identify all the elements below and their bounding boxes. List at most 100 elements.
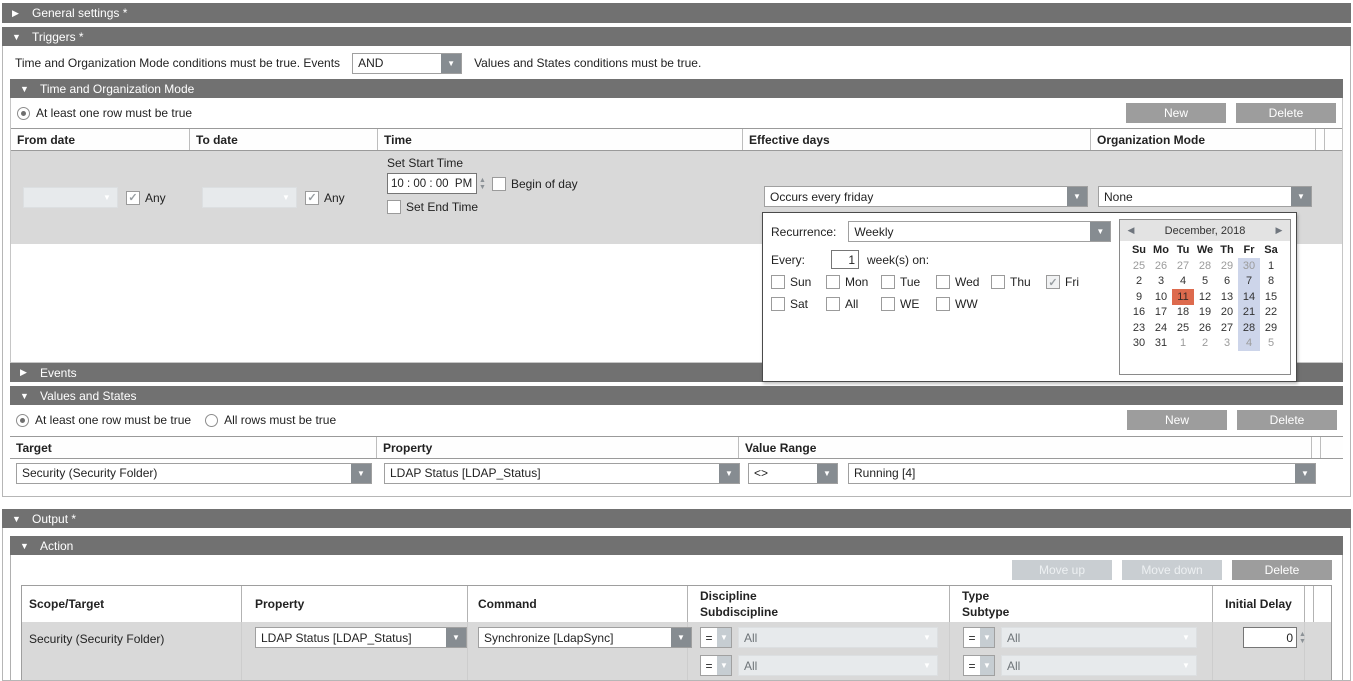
rule-radio[interactable] xyxy=(17,107,30,120)
chevron-down-icon[interactable]: ▼ xyxy=(917,628,937,647)
chevron-down-icon[interactable]: ▼ xyxy=(1176,656,1196,675)
discipline-operator-dropdown[interactable]: = ▼ xyxy=(700,627,732,648)
calendar-day[interactable]: 22 xyxy=(1260,305,1282,321)
section-header-output[interactable]: ▼ Output * xyxy=(2,509,1351,528)
calendar-day[interactable]: 29 xyxy=(1216,258,1238,274)
column-header-target[interactable]: Target xyxy=(10,437,377,458)
target-dropdown[interactable]: Security (Security Folder) ▼ xyxy=(16,463,372,484)
weekday-option[interactable]: Fri xyxy=(1046,275,1101,289)
collapse-icon[interactable]: ▶ xyxy=(20,367,40,378)
calendar-prev-icon[interactable]: ◀ xyxy=(1120,225,1142,236)
weekday-checkbox[interactable] xyxy=(936,275,950,289)
calendar-day[interactable]: 27 xyxy=(1172,258,1194,274)
calendar-day[interactable]: 21 xyxy=(1238,305,1260,321)
collapse-icon[interactable]: ▶ xyxy=(12,8,32,19)
weekday-option[interactable]: Tue xyxy=(881,275,936,289)
from-date-dropdown[interactable]: ▼ xyxy=(23,187,118,208)
property-dropdown[interactable]: LDAP Status [LDAP_Status] ▼ xyxy=(384,463,740,484)
calendar-day[interactable]: 25 xyxy=(1128,258,1150,274)
chevron-down-icon[interactable]: ▼ xyxy=(980,656,994,675)
subtype-value-dropdown[interactable]: All ▼ xyxy=(1001,655,1197,676)
subdiscipline-operator-dropdown[interactable]: = ▼ xyxy=(700,655,732,676)
subdiscipline-value-dropdown[interactable]: All ▼ xyxy=(738,655,938,676)
calendar-day[interactable]: 26 xyxy=(1194,320,1216,336)
section-header-values-states[interactable]: ▼ Values and States xyxy=(10,386,1343,405)
time-spinner[interactable]: ▲▼ xyxy=(477,177,486,191)
chevron-down-icon[interactable]: ▼ xyxy=(717,628,731,647)
events-operator-dropdown[interactable]: AND ▼ xyxy=(352,53,462,74)
calendar-day[interactable]: 11 xyxy=(1172,289,1194,305)
chevron-down-icon[interactable]: ▼ xyxy=(1067,187,1087,206)
weekday-checkbox[interactable] xyxy=(826,297,840,311)
type-operator-dropdown[interactable]: = ▼ xyxy=(963,627,995,648)
chevron-down-icon[interactable]: ▼ xyxy=(1176,628,1196,647)
initial-delay-input[interactable] xyxy=(1243,627,1297,648)
delete-button[interactable]: Delete xyxy=(1232,560,1332,580)
weekday-checkbox[interactable] xyxy=(771,275,785,289)
expand-icon[interactable]: ▼ xyxy=(12,32,32,42)
chevron-down-icon[interactable]: ▼ xyxy=(1295,464,1315,483)
to-any-checkbox[interactable] xyxy=(305,191,319,205)
begin-of-day-checkbox[interactable] xyxy=(492,177,506,191)
calendar-day[interactable]: 17 xyxy=(1150,305,1172,321)
calendar-day[interactable]: 5 xyxy=(1260,336,1282,352)
chevron-down-icon[interactable]: ▼ xyxy=(351,464,371,483)
weekday-checkbox[interactable] xyxy=(771,297,785,311)
subtype-operator-dropdown[interactable]: = ▼ xyxy=(963,655,995,676)
weekday-option[interactable]: Wed xyxy=(936,275,991,289)
chevron-down-icon[interactable]: ▼ xyxy=(276,188,296,207)
calendar-day[interactable]: 2 xyxy=(1128,274,1150,290)
weekday-option[interactable]: All xyxy=(826,297,881,311)
discipline-value-dropdown[interactable]: All ▼ xyxy=(738,627,938,648)
calendar-day[interactable]: 4 xyxy=(1238,336,1260,352)
set-end-time-checkbox[interactable] xyxy=(387,200,401,214)
move-down-button[interactable]: Move down xyxy=(1122,560,1222,580)
calendar-day[interactable]: 13 xyxy=(1216,289,1238,305)
move-up-button[interactable]: Move up xyxy=(1012,560,1112,580)
column-header-discipline[interactable]: Discipline Subdiscipline xyxy=(688,586,950,622)
rule-one-radio[interactable] xyxy=(16,414,29,427)
column-header-value-range[interactable]: Value Range xyxy=(739,437,1312,458)
section-header-general-settings[interactable]: ▶ General settings * xyxy=(2,3,1351,23)
delete-button[interactable]: Delete xyxy=(1237,410,1337,430)
calendar-day[interactable]: 15 xyxy=(1260,289,1282,305)
calendar-day[interactable]: 3 xyxy=(1216,336,1238,352)
chevron-down-icon[interactable]: ▼ xyxy=(817,464,837,483)
weekday-option[interactable]: Thu xyxy=(991,275,1046,289)
weekday-option[interactable]: WE xyxy=(881,297,936,311)
calendar-month-label[interactable]: December, 2018 xyxy=(1142,225,1268,237)
command-dropdown[interactable]: Synchronize [LdapSync] ▼ xyxy=(478,627,692,648)
calendar-day[interactable]: 30 xyxy=(1238,258,1260,274)
column-header-property[interactable]: Property xyxy=(377,437,739,458)
expand-icon[interactable]: ▼ xyxy=(12,514,32,524)
every-input[interactable] xyxy=(831,250,859,269)
calendar-day[interactable]: 8 xyxy=(1260,274,1282,290)
chevron-down-icon[interactable]: ▼ xyxy=(980,628,994,647)
calendar-day[interactable]: 31 xyxy=(1150,336,1172,352)
chevron-down-icon[interactable]: ▼ xyxy=(446,628,466,647)
effective-days-dropdown[interactable]: Occurs every friday ▼ xyxy=(764,186,1088,207)
weekday-option[interactable]: WW xyxy=(936,297,991,311)
expand-icon[interactable]: ▼ xyxy=(20,541,40,551)
weekday-checkbox[interactable] xyxy=(881,297,895,311)
calendar-next-icon[interactable]: ▶ xyxy=(1268,225,1290,236)
weekday-option[interactable]: Mon xyxy=(826,275,881,289)
column-header-type[interactable]: Type Subtype xyxy=(950,586,1213,622)
calendar-day[interactable]: 29 xyxy=(1260,320,1282,336)
new-button[interactable]: New xyxy=(1126,103,1226,123)
chevron-down-icon[interactable]: ▼ xyxy=(97,188,117,207)
chevron-down-icon[interactable]: ▼ xyxy=(441,54,461,73)
section-header-action[interactable]: ▼ Action xyxy=(10,536,1343,555)
column-header-command[interactable]: Command xyxy=(468,586,688,622)
chevron-down-icon[interactable]: ▼ xyxy=(917,656,937,675)
calendar-day[interactable]: 7 xyxy=(1238,274,1260,290)
column-header-effective-days[interactable]: Effective days xyxy=(743,129,1091,150)
calendar-day[interactable]: 27 xyxy=(1216,320,1238,336)
chevron-down-icon[interactable]: ▼ xyxy=(1291,187,1311,206)
to-date-dropdown[interactable]: ▼ xyxy=(202,187,297,208)
calendar-day[interactable]: 24 xyxy=(1150,320,1172,336)
calendar-day[interactable]: 26 xyxy=(1150,258,1172,274)
recurrence-type-dropdown[interactable]: Weekly ▼ xyxy=(848,221,1111,242)
calendar-day[interactable]: 23 xyxy=(1128,320,1150,336)
section-header-time-org-mode[interactable]: ▼ Time and Organization Mode xyxy=(10,79,1343,98)
